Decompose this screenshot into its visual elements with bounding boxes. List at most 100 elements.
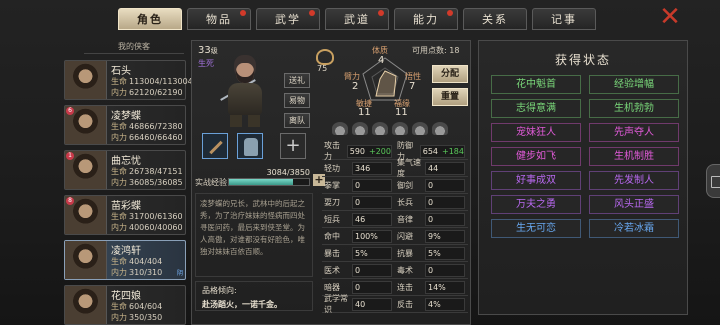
tab-label: 物品 <box>206 13 232 26</box>
armor-slot[interactable] <box>237 133 263 159</box>
gift-button[interactable]: 送礼 <box>284 73 310 88</box>
portrait-body <box>228 83 262 115</box>
status-chip[interactable]: 志得意满 <box>491 99 581 118</box>
hp-value: 46866/72380 <box>129 122 183 131</box>
stat-value: 14% <box>425 280 465 294</box>
status-chip[interactable]: 先发制人 <box>589 171 679 190</box>
stat-gather-speed: 集气速度 44 <box>395 158 468 178</box>
stat-label: 反击 <box>397 299 413 309</box>
add-equipment-slot[interactable]: + <box>280 133 306 159</box>
tab-martial-path[interactable]: 武道 <box>325 8 389 30</box>
tab-items[interactable]: 物品 <box>187 8 251 30</box>
status-chip[interactable]: 万夫之勇 <box>491 195 581 214</box>
status-chip[interactable]: 宠妹狂人 <box>491 123 581 142</box>
character-name: 曲忘忧 <box>111 156 141 167</box>
hp-label: 生命 <box>111 257 127 266</box>
stat-value: 9% <box>425 229 465 243</box>
stat-short-weapon: 短兵 46 <box>322 211 395 227</box>
status-chip[interactable]: 经验增幅 <box>589 75 679 94</box>
status-chip[interactable]: 生无可恋 <box>491 219 581 238</box>
stat-label: 耍刀 <box>324 197 340 207</box>
hp-label: 生命 <box>111 302 127 311</box>
stat-value: 4% <box>425 297 465 311</box>
skill-slot-icon[interactable] <box>332 122 348 135</box>
level-badge: 1 <box>66 152 74 160</box>
reset-button[interactable]: 重置 <box>432 88 468 106</box>
tab-journal[interactable]: 记事 <box>532 8 596 30</box>
stat-label: 医术 <box>324 265 340 275</box>
mp-value: 310/310 <box>129 268 163 277</box>
status-chip[interactable]: 花中魁首 <box>491 75 581 94</box>
status-chip[interactable]: 冷若冰霜 <box>589 219 679 238</box>
hp-row: 生命 404/404 <box>111 256 162 267</box>
status-chip[interactable]: 风头正盛 <box>589 195 679 214</box>
skill-slots <box>332 122 448 135</box>
hp-value: 26738/47151 <box>129 167 183 176</box>
stat-label: 暴击 <box>324 248 340 258</box>
stat-label: 集气速度 <box>397 158 421 178</box>
tab-abilities[interactable]: 能力 <box>394 8 458 30</box>
stat-dodge: 闪避 9% <box>395 228 468 244</box>
side-drawer-handle[interactable] <box>706 164 720 198</box>
attr-value-fortune: 11 <box>395 107 408 118</box>
skill-slot-icon[interactable] <box>432 122 448 135</box>
list-item-character[interactable]: 石头 生命 113004/113004 内力 62120/62190 <box>64 60 193 100</box>
skill-slot-icon[interactable] <box>352 122 368 135</box>
stat-martial-knowledge: 武学常识 40 <box>322 294 395 314</box>
weapon-slot[interactable] <box>202 133 228 159</box>
stat-bonus: +200 <box>369 146 391 156</box>
hp-row: 生命 46866/72380 <box>111 121 183 132</box>
mp-row: 内力 310/310 <box>111 267 162 278</box>
avatar <box>65 61 107 99</box>
stat-value: 0 <box>352 280 392 294</box>
list-item-character[interactable]: 花四娘 生命 604/604 内力 350/350 <box>64 285 186 325</box>
status-chip[interactable]: 好事成双 <box>491 171 581 190</box>
hp-row: 生命 31700/61360 <box>111 211 183 222</box>
avatar: 8 <box>65 196 107 234</box>
stats-row: 耍刀 0 长兵 0 <box>322 194 468 211</box>
exp-fill <box>229 179 294 185</box>
skill-slot-icon[interactable] <box>392 122 408 135</box>
mp-row: 内力 66460/66460 <box>111 132 183 143</box>
robe-armor-icon <box>244 138 258 156</box>
close-icon[interactable]: ✕ <box>658 4 682 30</box>
mp-value: 62120/62190 <box>129 88 183 97</box>
list-item-character-selected[interactable]: 凌鸿轩 生命 404/404 内力 310/310 阴 <box>64 240 186 280</box>
mp-row: 内力 36085/36085 <box>111 177 183 188</box>
status-chip[interactable]: 生机制胜 <box>589 147 679 166</box>
trade-button[interactable]: 易物 <box>284 93 310 108</box>
list-item-character[interactable]: 8 苗彩蝶 生命 31700/61360 内力 40060/40060 <box>64 195 186 235</box>
tab-label: 能力 <box>413 13 439 26</box>
stat-hit: 命中 100% <box>322 228 395 244</box>
list-title: 我的侠客 <box>84 40 184 54</box>
status-chip[interactable]: 先声夺人 <box>589 123 679 142</box>
tab-relations[interactable]: 关系 <box>463 8 527 30</box>
status-panel: 获得状态 花中魁首 经验增幅 志得意满 生机勃勃 宠妹狂人 先声夺人 健步如飞 生机制胜 好事成… <box>478 40 688 315</box>
mp-value: 36085/36085 <box>129 178 183 187</box>
tab-bar: 角色 物品 武学 武道 能力 关系 记事 <box>118 8 596 30</box>
stat-bonus: +184 <box>442 146 464 156</box>
stat-crit: 暴击 5% <box>322 245 395 261</box>
mp-label: 内力 <box>111 88 127 97</box>
list-item-character[interactable]: 6 凌梦蝶 生命 46866/72380 内力 66460/66460 <box>64 105 186 145</box>
stat-value: 44 <box>425 161 465 175</box>
allocate-button[interactable]: 分配 <box>432 65 468 83</box>
status-chip[interactable]: 健步如飞 <box>491 147 581 166</box>
tab-label: 关系 <box>482 13 508 26</box>
list-item-character[interactable]: 1 曲忘忧 生命 26738/47151 内力 36085/36085 <box>64 150 186 190</box>
stats-row: 拳掌 0 御剑 0 <box>322 177 468 194</box>
tab-label: 记事 <box>551 13 577 26</box>
attr-value-strength: 2 <box>352 81 359 92</box>
tab-character[interactable]: 角色 <box>118 8 182 30</box>
mp-label: 内力 <box>111 268 127 277</box>
hp-value: 113004/113004 <box>129 77 193 86</box>
aptitude-value: 75 <box>317 64 328 73</box>
status-chip[interactable]: 生机勃勃 <box>589 99 679 118</box>
leave-party-button[interactable]: 离队 <box>284 113 310 128</box>
stat-value: 40 <box>352 297 392 311</box>
character-name: 凌梦蝶 <box>111 111 141 122</box>
stat-value-box: 654 +184 <box>419 144 465 158</box>
skill-slot-icon[interactable] <box>412 122 428 135</box>
tab-martial-arts[interactable]: 武学 <box>256 8 320 30</box>
skill-slot-icon[interactable] <box>372 122 388 135</box>
